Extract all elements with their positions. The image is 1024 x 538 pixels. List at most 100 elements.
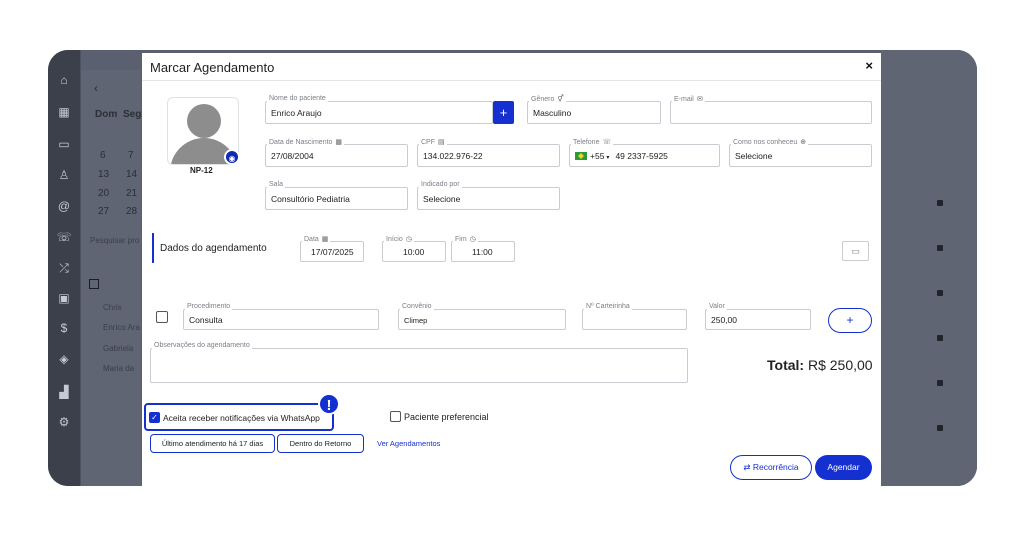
modal-title: Marcar Agendamento (150, 60, 275, 75)
calendar-date[interactable]: 13 (98, 169, 109, 180)
phone-field[interactable]: Telefone ☏ +55 ▾ 49 2337-5925 (569, 138, 720, 167)
email-label: E-mail (674, 96, 694, 103)
referral-source-field[interactable]: Como nos conheceu ⊕ Selecione (729, 138, 872, 167)
list-item[interactable]: Maria da (103, 364, 134, 373)
sidebar-rail: ⌂ ▦ ▭ ♙ @ ☏ ⤮ ▣ $ ◈ ▟ ⚙ (48, 50, 80, 486)
list-item[interactable]: Chris (103, 303, 122, 312)
lock-icon (937, 290, 943, 296)
cpf-field[interactable]: CPF ▤ 134.022.976-22 (417, 138, 560, 167)
chart-icon[interactable]: ▟ (56, 384, 72, 400)
clipboard-icon[interactable]: ▣ (56, 290, 72, 306)
calendar-date[interactable]: 6 (100, 150, 106, 161)
camera-icon[interactable]: ◉ (224, 149, 240, 165)
calendar-date[interactable]: 20 (98, 188, 109, 199)
return-status-button[interactable]: Dentro do Retorno (277, 434, 364, 453)
total-value: R$ 250,00 (807, 357, 873, 373)
clock-icon: ◷ (469, 236, 476, 243)
phone-label: Telefone (573, 139, 600, 146)
room-value: Consultório Pediatria (271, 194, 350, 204)
calendar-icon: ▦ (335, 139, 343, 146)
patient-name-field[interactable]: Nome do paciente Enrico Araujo (265, 95, 493, 124)
gender-icon: ⚥ (557, 96, 564, 103)
home-icon[interactable]: ⌂ (56, 72, 72, 88)
date-field[interactable]: Data ▦ 17/07/2025 (300, 235, 364, 262)
phone-value: 49 2337-5925 (615, 151, 668, 161)
globe-icon: ⊕ (800, 139, 807, 146)
total-label: Total: (767, 357, 805, 373)
add-procedure-button[interactable]: + (828, 308, 872, 333)
referral-source-value: Selecione (735, 151, 773, 161)
schedule-section-title: Dados do agendamento (160, 243, 267, 254)
procedure-checkbox[interactable] (156, 311, 168, 323)
start-time-field[interactable]: Início ◷ 10:00 (382, 235, 446, 262)
day-header: Seg (123, 109, 142, 120)
lock-icon (937, 380, 943, 386)
recurrence-button[interactable]: ⇄ Recorrência (730, 455, 812, 480)
add-patient-button[interactable]: + (493, 101, 514, 124)
back-icon[interactable]: ‹ (94, 81, 98, 95)
notes-label: Observações do agendamento (152, 342, 252, 349)
calendar-panel (81, 70, 141, 486)
schedule-button[interactable]: Agendar (815, 455, 872, 480)
checkbox[interactable] (89, 279, 99, 289)
notes-textarea[interactable]: Observações do agendamento (150, 342, 688, 383)
referred-by-field[interactable]: Indicado por Selecione (417, 181, 560, 210)
close-icon[interactable]: × (865, 58, 873, 73)
at-icon[interactable]: @ (56, 198, 72, 214)
calendar-date[interactable]: 21 (126, 188, 137, 199)
card-number-field[interactable]: Nº Carteirinha (582, 303, 687, 330)
preferential-checkbox[interactable] (390, 411, 401, 422)
phone-icon[interactable]: ☏ (56, 229, 72, 245)
end-time-value: 11:00 (472, 247, 493, 257)
birthdate-field[interactable]: Data de Nascimento ▦ 27/08/2004 (265, 138, 408, 167)
clock-icon: ◷ (405, 236, 412, 243)
gender-label: Gênero (531, 96, 555, 103)
date-label: Data (304, 236, 319, 243)
last-visit-button[interactable]: Último atendimento há 17 dias (150, 434, 275, 453)
gender-field[interactable]: Gênero ⚥ Masculino (527, 95, 661, 124)
insurance-field[interactable]: Convênio Climep (398, 303, 566, 330)
start-time-label: Início (386, 236, 403, 243)
birthdate-label: Data de Nascimento (269, 139, 333, 146)
list-item[interactable]: Enrico Ara (103, 323, 140, 332)
shuffle-icon[interactable]: ⤮ (56, 260, 72, 276)
whatsapp-label[interactable]: Aceita receber notificações via WhatsApp (163, 413, 320, 423)
lock-icon (937, 425, 943, 431)
insurance-value: Climep (404, 316, 428, 325)
calendar-date[interactable]: 14 (126, 169, 137, 180)
search-input[interactable]: Pesquisar pro (90, 236, 139, 245)
alert-icon: ! (318, 393, 340, 415)
end-time-field[interactable]: Fim ◷ 11:00 (451, 235, 515, 262)
email-field[interactable]: E-mail ✉ (670, 95, 872, 124)
section-accent (152, 233, 154, 263)
gear-icon[interactable]: ⚙ (56, 414, 72, 430)
inbox-icon[interactable]: ▭ (56, 136, 72, 152)
box-icon[interactable]: ◈ (56, 351, 72, 367)
phone-country-code[interactable]: +55 (590, 151, 604, 161)
amount-field[interactable]: Valor 250,00 (705, 303, 811, 330)
view-appointments-link[interactable]: Ver Agendamentos (377, 439, 440, 448)
room-label: Sala (267, 181, 286, 188)
referral-source-label: Como nos conheceu (733, 139, 798, 146)
user-icon[interactable]: ♙ (56, 167, 72, 183)
birthdate-value: 27/08/2004 (271, 151, 314, 161)
calendar-date[interactable]: 27 (98, 206, 109, 217)
list-item[interactable]: Gabriela (103, 344, 133, 353)
referred-by-label: Indicado por (419, 181, 462, 188)
brazil-flag-icon[interactable] (575, 152, 587, 160)
calendar-icon[interactable]: ▦ (56, 104, 72, 120)
patient-name-label: Nome do paciente (267, 95, 328, 102)
whatsapp-checkbox[interactable]: ✓ (149, 412, 160, 423)
card-icon[interactable]: ▭ (842, 241, 869, 261)
preferential-label[interactable]: Paciente preferencial (404, 412, 489, 422)
id-card-icon: ▤ (438, 139, 445, 146)
recurrence-label: Recorrência (752, 462, 799, 472)
room-field[interactable]: Sala Consultório Pediatria (265, 181, 408, 210)
procedure-field[interactable]: Procedimento Consulta (183, 303, 379, 330)
end-time-label: Fim (455, 236, 467, 243)
dollar-icon[interactable]: $ (56, 320, 72, 336)
gender-value: Masculino (533, 108, 572, 118)
calendar-date[interactable]: 28 (126, 206, 137, 217)
lock-icon (937, 200, 943, 206)
calendar-date[interactable]: 7 (128, 150, 134, 161)
